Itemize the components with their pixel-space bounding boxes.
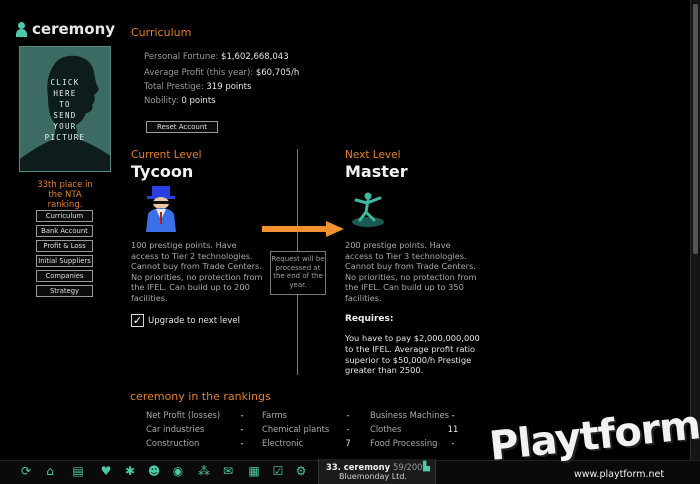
reset-account-button[interactable]: Reset Account [146,121,218,133]
ranking-value: - [240,410,244,420]
ranking-label: Farms [262,410,287,420]
next-level-label: Next Level [345,149,401,161]
watermark-url: www.playtform.net [574,469,665,480]
ranking-label: Car industries [146,424,205,434]
company-panel[interactable]: 33. ceremony 59/200 Bluemonday Ltd. ▙ [318,459,436,484]
molecule-icon[interactable]: ⁂ [195,463,213,480]
upgrade-checkbox[interactable]: ✓ [131,314,144,327]
fortune-label: Personal Fortune: [144,52,219,62]
ranking-label: Clothes [370,424,402,434]
username: ceremony [32,20,116,38]
profit-label: Average Profit (this year): [144,68,254,78]
company-rank-line: 33. ceremony 59/200 [326,462,423,472]
fortune-value: $1,602,668,043 [221,52,289,62]
profit-value: $60,705/h [255,68,300,78]
prestige-line: Total Prestige: 319 points [144,82,251,92]
photo-upload[interactable]: CLICK HERE TO SEND YOUR PICTURE [19,46,111,172]
upgrade-row[interactable]: ✓ Upgrade to next level [131,314,240,327]
factory-icon: ▙ [423,462,430,472]
checkbox-icon[interactable]: ☑ [269,463,287,480]
company-count: 59/200 [393,462,423,472]
initial-suppliers-button[interactable]: Initial Suppliers [36,255,93,267]
current-level-label: Current Level [131,149,202,161]
photo-upload-label: CLICK HERE TO SEND YOUR PICTURE [44,78,86,142]
eye-icon[interactable]: ◉ [169,463,187,480]
ranking-value: - [240,424,244,434]
ranking-value: - [451,410,455,420]
ranking-value: - [240,438,244,448]
current-level-description: 100 prestige points. Have access to Tier… [131,240,263,303]
ranking-text: 33th place in the NTA ranking. [37,180,93,210]
nobility-value: 0 points [181,96,216,106]
watermark-brand: Playtform [487,402,700,470]
person-icon [16,21,27,37]
ranking-value: - [451,438,455,448]
nobility-label: Nobility: [144,96,179,106]
building-icon[interactable]: ▦ [245,463,263,480]
user-icon[interactable]: ☻ [145,463,163,480]
ranking-value: 11 [447,424,459,434]
strategy-button[interactable]: Strategy [36,285,93,297]
next-level-name: Master [345,162,408,181]
newspaper-icon[interactable]: ▤ [69,463,87,480]
scrollbar[interactable] [690,0,700,460]
refresh-icon[interactable]: ⟳ [17,463,35,480]
fortune-line: Personal Fortune: $1,602,668,043 [144,52,289,62]
profit-loss-button[interactable]: Profit & Loss [36,240,93,252]
bank-account-button[interactable]: Bank Account [36,225,93,237]
current-level-name: Tycoon [131,162,194,181]
prestige-label: Total Prestige: [144,82,204,92]
prestige-value: 319 points [206,82,252,92]
companies-button[interactable]: Companies [36,270,93,282]
heart-icon[interactable]: ♥ [97,463,115,480]
home-icon[interactable]: ⌂ [41,463,59,480]
watermark: Playtform www.playtform.net [487,402,700,484]
scroll-thumb[interactable] [693,4,698,254]
upgrade-label: Upgrade to next level [148,315,241,326]
ranking-label: Food Processing [370,438,438,448]
company-name: Bluemonday Ltd. [339,472,407,481]
ranking-label: Construction [146,438,200,448]
ranking-value: - [346,410,350,420]
requires-text: You have to pay $2,000,000,000 to the IF… [345,333,480,376]
master-icon [352,192,384,227]
ranking-label: Net Profit (losses) [146,410,221,420]
requires-label: Requires: [345,314,394,324]
ranking-label: Chemical plants [262,424,330,434]
rankings-title: ceremony in the rankings [130,390,271,403]
ranking-value: 7 [345,438,351,448]
ranking-label: Business Machines [370,410,450,420]
ranking-label: Electronic [262,438,304,448]
next-level-description: 200 prestige points. Have access to Tier… [345,240,477,303]
tycoon-icon [146,186,176,232]
company-rank: 33. ceremony [326,462,391,472]
user-title: ceremony [16,20,115,38]
mail-icon[interactable]: ✉ [219,463,237,480]
curriculum-title: Curriculum [131,26,192,39]
request-note: Request will be processed at the end of … [270,251,326,295]
curriculum-button[interactable]: Curriculum [36,210,93,222]
profit-line: Average Profit (this year): $60,705/h [144,68,299,78]
bug-icon[interactable]: ✱ [121,463,139,480]
arrow-right-icon [262,221,344,237]
gear-icon[interactable]: ⚙ [292,463,310,480]
nobility-line: Nobility: 0 points [144,96,216,106]
ranking-value: - [346,424,350,434]
